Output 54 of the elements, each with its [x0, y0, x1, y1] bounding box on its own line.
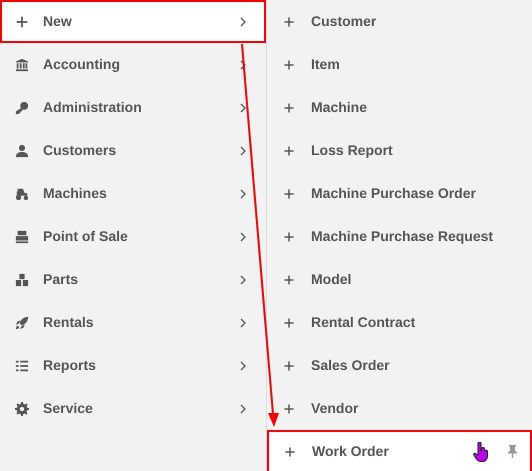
key-icon [15, 100, 29, 114]
chevron-icon [240, 232, 246, 242]
submenu-item[interactable]: Loss Report [267, 129, 532, 172]
submenu-item[interactable]: Machine Purchase Request [267, 215, 532, 258]
menu-item[interactable]: Machines [0, 172, 266, 215]
submenu-item[interactable]: Vendor [267, 387, 532, 430]
menu-item[interactable]: Point of Sale [0, 215, 266, 258]
menu-item[interactable]: Customers [0, 129, 266, 172]
submenu-item[interactable]: Machine Purchase Order [267, 172, 532, 215]
user-icon [15, 144, 29, 158]
list-icon [15, 358, 29, 372]
chevron-icon [240, 188, 246, 198]
menu-item[interactable]: Administration [0, 86, 266, 129]
submenu-item[interactable]: Rental Contract [267, 301, 532, 344]
chevron-icon [240, 360, 246, 370]
pin-icon[interactable] [507, 445, 518, 458]
hand-cursor-icon [473, 442, 489, 462]
plus-icon [283, 316, 295, 328]
menu-item[interactable]: Parts [0, 258, 266, 301]
plus-icon [283, 188, 295, 200]
bank-icon [15, 58, 29, 72]
menu-item[interactable]: New [0, 0, 266, 43]
chevron-icon [240, 16, 246, 26]
cash-register-icon [15, 230, 29, 244]
submenu-item[interactable]: Work Order [267, 430, 532, 471]
tractor-icon [15, 186, 29, 200]
chevron-icon [240, 274, 246, 284]
plus-icon [15, 14, 29, 28]
submenu-item[interactable]: Customer [267, 0, 532, 43]
plus-icon [283, 274, 295, 286]
plus-icon [284, 446, 296, 458]
rocket-icon [15, 316, 29, 330]
chevron-icon [240, 102, 246, 112]
plus-icon [283, 144, 295, 156]
plus-icon [283, 402, 295, 414]
plus-icon [283, 16, 295, 28]
plus-icon [283, 230, 295, 242]
menu-item[interactable]: Rentals [0, 301, 266, 344]
submenu-item[interactable]: Item [267, 43, 532, 86]
chevron-icon [240, 318, 246, 328]
menu-item[interactable]: Service [0, 387, 266, 430]
chevron-icon [240, 146, 246, 156]
submenu-item[interactable]: Model [267, 258, 532, 301]
plus-icon [283, 360, 295, 372]
plus-icon [283, 102, 295, 114]
chevron-icon [240, 60, 246, 70]
menu-item[interactable]: Reports [0, 344, 266, 387]
menu-item[interactable]: Accounting [0, 43, 266, 86]
submenu-item[interactable]: Machine [267, 86, 532, 129]
plus-icon [283, 58, 295, 70]
submenu-item[interactable]: Sales Order [267, 344, 532, 387]
chevron-icon [240, 404, 246, 414]
boxes-icon [15, 272, 29, 286]
settings-icon [15, 402, 29, 416]
